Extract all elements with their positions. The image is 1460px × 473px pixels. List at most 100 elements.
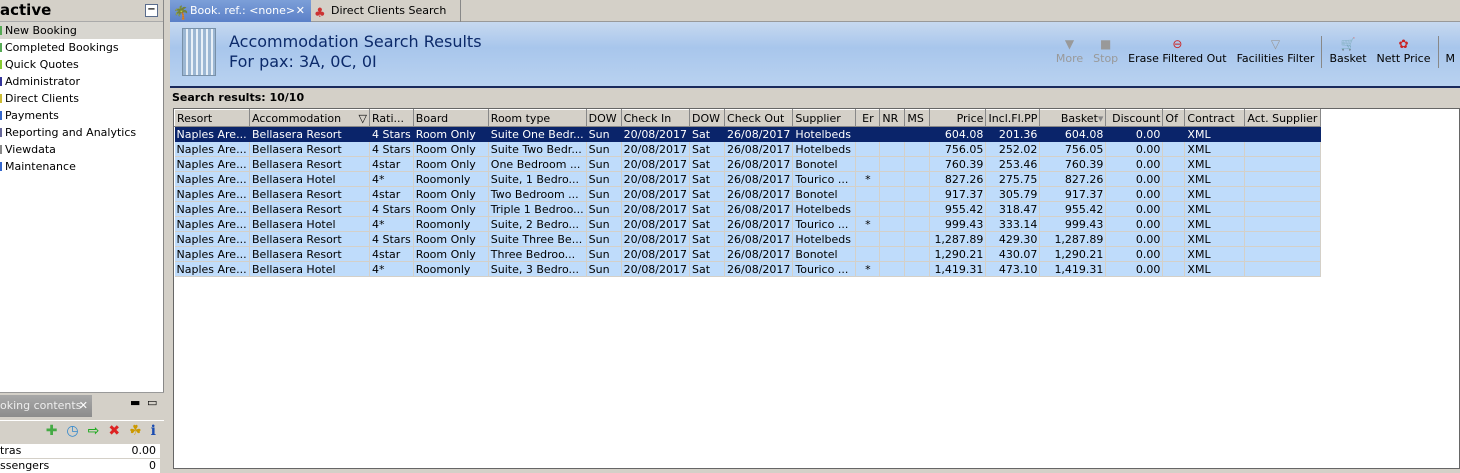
- table-cell: 756.05: [1040, 142, 1106, 157]
- column-header[interactable]: Check In: [621, 110, 689, 127]
- filter-icon[interactable]: ▽: [359, 112, 367, 125]
- table-cell: Sat: [690, 172, 725, 187]
- column-header[interactable]: Contract: [1185, 110, 1245, 127]
- column-header[interactable]: Basket▾: [1040, 110, 1106, 127]
- table-cell: [856, 232, 880, 247]
- table-cell: Bonotel: [793, 247, 856, 262]
- sidebar-item-reporting-and-analytics[interactable]: Reporting and Analytics: [0, 124, 163, 141]
- table-row[interactable]: Naples Are...Bellasera Resort4 StarsRoom…: [175, 127, 1321, 142]
- table-cell: 318.47: [986, 202, 1040, 217]
- table-row[interactable]: Naples Are...Bellasera Resort4 StarsRoom…: [175, 202, 1321, 217]
- column-header[interactable]: Incl.Fl.PP: [986, 110, 1040, 127]
- table-cell: 26/08/2017: [725, 127, 793, 142]
- nett-price-button[interactable]: ✿Nett Price: [1372, 36, 1436, 65]
- close-icon[interactable]: ✕: [79, 395, 88, 417]
- table-row[interactable]: Naples Are...Bellasera Resort4 StarsRoom…: [175, 142, 1321, 157]
- column-header[interactable]: Check Out: [725, 110, 793, 127]
- left-panel: active− New BookingCompleted BookingsQui…: [0, 0, 164, 469]
- table-cell: 756.05: [930, 142, 986, 157]
- table-row[interactable]: Naples Are...Bellasera Resort4starRoom O…: [175, 247, 1321, 262]
- tab-booking[interactable]: 🌴Book. ref.: <none>✕: [170, 0, 311, 22]
- table-cell: Hotelbeds: [793, 142, 856, 157]
- column-header[interactable]: DOW: [586, 110, 621, 127]
- table-row[interactable]: Naples Are...Bellasera Hotel4*RoomonlySu…: [175, 217, 1321, 232]
- sidebar-item-completed-bookings[interactable]: Completed Bookings: [0, 39, 163, 56]
- column-header[interactable]: Act. Supplier: [1245, 110, 1321, 127]
- tab-booking-contents[interactable]: oking contents✕: [0, 395, 92, 417]
- table-cell: Hotelbeds: [793, 127, 856, 142]
- table-cell: Room Only: [413, 187, 488, 202]
- column-header[interactable]: Room type: [488, 110, 586, 127]
- column-header[interactable]: Supplier: [793, 110, 856, 127]
- clock-icon[interactable]: ◷: [66, 423, 78, 439]
- sidebar-item-direct-clients[interactable]: Direct Clients: [0, 90, 163, 107]
- facilities-filter-button[interactable]: ▽Facilities Filter: [1232, 36, 1320, 65]
- table-cell: Sun: [586, 157, 621, 172]
- column-header[interactable]: Of: [1163, 110, 1185, 127]
- table-cell: [880, 157, 905, 172]
- sidebar-item-payments[interactable]: Payments: [0, 107, 163, 124]
- tab-direct-clients-search[interactable]: ♣Direct Clients Search: [311, 0, 461, 22]
- table-cell: 429.30: [986, 232, 1040, 247]
- column-header[interactable]: Rati...: [370, 110, 414, 127]
- basket-button[interactable]: 🛒Basket: [1324, 36, 1371, 65]
- palm-icon[interactable]: ☘: [129, 423, 142, 439]
- table-row[interactable]: Naples Are...Bellasera Resort4 StarsRoom…: [175, 232, 1321, 247]
- column-header[interactable]: Accommodation▽: [250, 110, 370, 127]
- column-header[interactable]: Resort: [175, 110, 250, 127]
- table-row[interactable]: Naples Are...Bellasera Resort4starRoom O…: [175, 187, 1321, 202]
- table-cell: 827.26: [1040, 172, 1106, 187]
- table-row[interactable]: Naples Are...Bellasera Hotel4*RoomonlySu…: [175, 262, 1321, 277]
- table-cell: [1163, 157, 1185, 172]
- column-header[interactable]: NR: [880, 110, 905, 127]
- pax-subtitle: For pax: 3A, 0C, 0I: [229, 52, 482, 72]
- table-cell: Naples Are...: [175, 142, 250, 157]
- table-cell: Bonotel: [793, 157, 856, 172]
- table-cell: 4*: [370, 217, 414, 232]
- table-row[interactable]: Naples Are...Bellasera Resort4starRoom O…: [175, 157, 1321, 172]
- sidebar-item-quick-quotes[interactable]: Quick Quotes: [0, 56, 163, 73]
- column-header[interactable]: Board: [413, 110, 488, 127]
- nav-icon: [0, 111, 2, 120]
- results-table: ResortAccommodation▽Rati...BoardRoom typ…: [173, 108, 1460, 469]
- more-button[interactable]: ▼More: [1051, 36, 1088, 65]
- table-cell: 760.39: [930, 157, 986, 172]
- stop-icon: ■: [1093, 36, 1118, 52]
- table-cell: 26/08/2017: [725, 202, 793, 217]
- table-cell: 20/08/2017: [621, 172, 689, 187]
- column-header[interactable]: Discount: [1106, 110, 1163, 127]
- close-tab-icon[interactable]: ✕: [296, 0, 305, 22]
- erase-filtered-out-button[interactable]: ⊖Erase Filtered Out: [1123, 36, 1231, 65]
- sort-desc-icon[interactable]: ▾: [1098, 112, 1104, 125]
- table-cell: Naples Are...: [175, 232, 250, 247]
- table-cell: [880, 247, 905, 262]
- nett-price-icon: ✿: [1377, 36, 1431, 52]
- table-cell: [856, 142, 880, 157]
- column-header[interactable]: DOW: [690, 110, 725, 127]
- table-cell: 20/08/2017: [621, 127, 689, 142]
- sidebar-item-maintenance[interactable]: Maintenance: [0, 158, 163, 175]
- stop-button[interactable]: ■Stop: [1088, 36, 1123, 65]
- basket-transfer-icon[interactable]: ⇨: [88, 423, 100, 439]
- delete-icon[interactable]: ✖: [108, 423, 120, 439]
- table-cell: Sat: [690, 262, 725, 277]
- sidebar-item-viewdata[interactable]: Viewdata: [0, 141, 163, 158]
- table-row[interactable]: Naples Are...Bellasera Hotel4*RoomonlySu…: [175, 172, 1321, 187]
- table-cell: 20/08/2017: [621, 157, 689, 172]
- table-cell: [1245, 187, 1321, 202]
- table-cell: Suite Two Bedr...: [488, 142, 586, 157]
- maximize-button[interactable]: ▭: [147, 396, 157, 409]
- minimize-button[interactable]: ▬: [130, 396, 140, 409]
- more-tools-button[interactable]: M: [1441, 36, 1460, 65]
- column-header[interactable]: Price: [930, 110, 986, 127]
- table-cell: XML: [1185, 202, 1245, 217]
- table-cell: 0.00: [1106, 247, 1163, 262]
- sidebar-item-new-booking[interactable]: New Booking: [0, 22, 163, 39]
- column-header[interactable]: Er: [856, 110, 880, 127]
- add-icon[interactable]: ✚: [46, 423, 58, 439]
- collapse-button[interactable]: −: [145, 4, 158, 17]
- sidebar-item-administrator[interactable]: Administrator: [0, 73, 163, 90]
- info-icon[interactable]: i: [151, 423, 156, 439]
- nav-icon: [0, 145, 2, 154]
- column-header[interactable]: MS: [905, 110, 930, 127]
